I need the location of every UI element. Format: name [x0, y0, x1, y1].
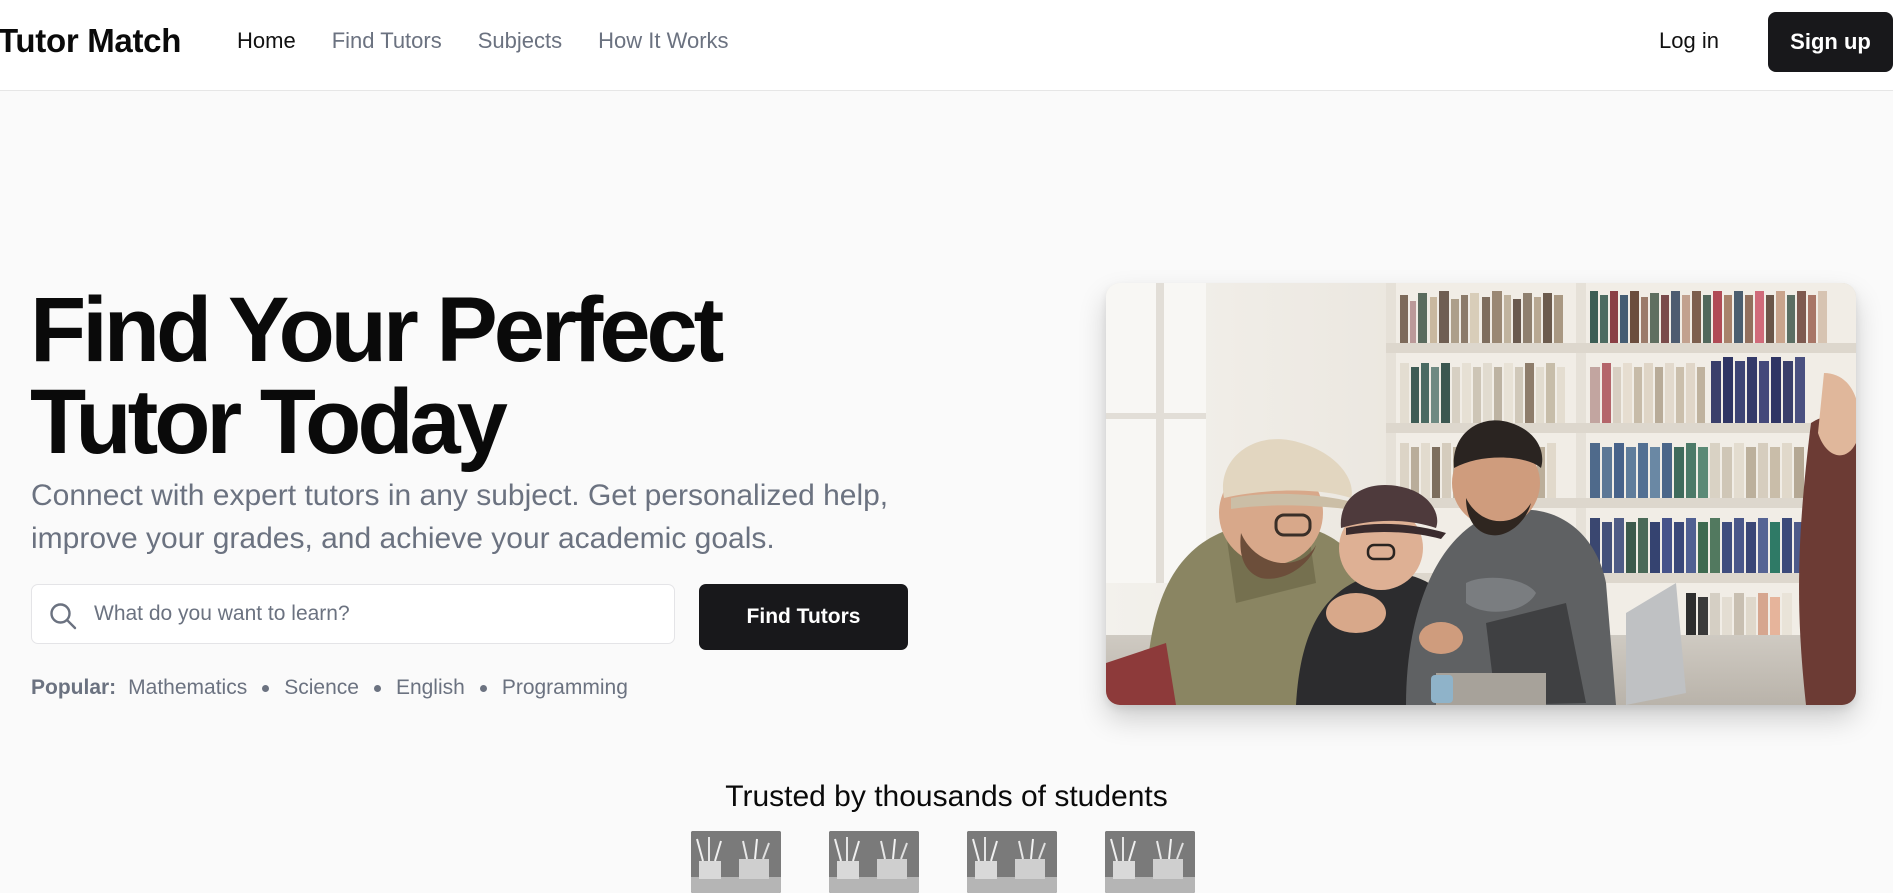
- partner-logo: [1105, 831, 1195, 893]
- hero-title-line-2: Tutor Today: [30, 371, 508, 473]
- separator-dot: [373, 684, 381, 692]
- popular-link-mathematics[interactable]: Mathematics: [128, 676, 247, 700]
- popular-link-english[interactable]: English: [396, 676, 465, 700]
- main-nav: Home Find Tutors Subjects How It Works: [237, 28, 729, 54]
- trusted-heading: Trusted by thousands of students: [0, 780, 1893, 814]
- brand-logo[interactable]: Tutor Match: [0, 22, 181, 60]
- search-icon: [50, 603, 77, 630]
- signup-button[interactable]: Sign up: [1768, 12, 1893, 72]
- nav-find-tutors[interactable]: Find Tutors: [332, 28, 442, 54]
- partner-logo: [829, 831, 919, 893]
- nav-how-it-works[interactable]: How It Works: [598, 28, 728, 54]
- trusted-heading-text: Trusted by thousands of students: [725, 780, 1168, 813]
- find-tutors-button[interactable]: Find Tutors: [699, 584, 908, 650]
- popular-link-programming[interactable]: Programming: [502, 676, 628, 700]
- hero-photo: [1106, 283, 1856, 705]
- nav-subjects[interactable]: Subjects: [478, 28, 562, 54]
- partner-logo: [691, 831, 781, 893]
- hero-subtitle: Connect with expert tutors in any subjec…: [31, 479, 889, 555]
- trusted-logos: [691, 831, 1195, 893]
- hero-title: Find Your Perfect Tutor Today: [30, 284, 930, 468]
- popular-subjects: Popular: Mathematics Science English Pro…: [31, 676, 628, 700]
- login-button[interactable]: Log in: [1659, 28, 1719, 54]
- partner-logo: [967, 831, 1057, 893]
- hero-title-line-1: Find Your Perfect: [30, 279, 724, 381]
- separator-dot: [262, 684, 270, 692]
- separator-dot: [479, 684, 487, 692]
- nav-home[interactable]: Home: [237, 28, 296, 54]
- site-header: Tutor Match Home Find Tutors Subjects Ho…: [0, 0, 1893, 91]
- popular-link-science[interactable]: Science: [284, 676, 359, 700]
- search-input[interactable]: [92, 585, 662, 643]
- popular-label: Popular:: [31, 676, 117, 699]
- search-box: [31, 584, 675, 644]
